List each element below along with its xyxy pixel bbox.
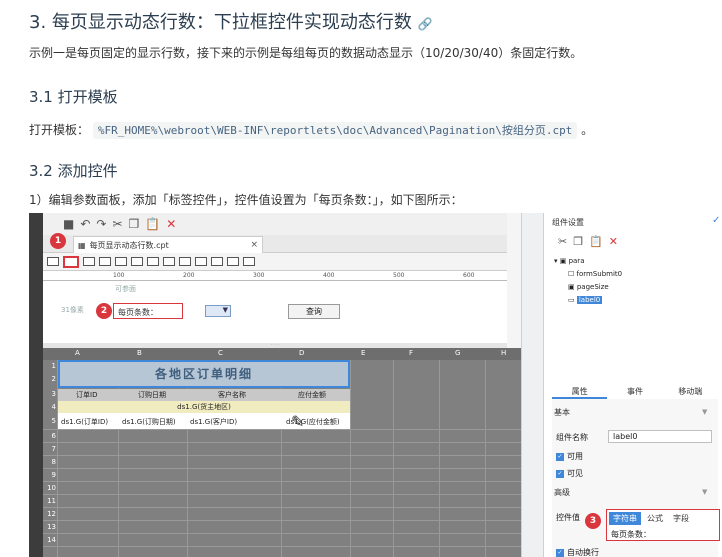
tab-attributes[interactable]: 属性 xyxy=(552,385,608,399)
delete-icon[interactable]: ✕ xyxy=(609,235,618,248)
widget-icon[interactable] xyxy=(243,257,255,266)
cut-icon[interactable]: ✂ xyxy=(112,217,122,231)
tab-string[interactable]: 字符串 xyxy=(609,512,641,525)
label-widget[interactable]: 每页条数： xyxy=(113,303,183,319)
undo-icon[interactable]: ↶ xyxy=(80,217,90,231)
parameter-panel: 可参面 31像素 每页条数： ▼ 查询 xyxy=(43,281,507,343)
report-header-row: 订单ID 订购日期 客户名称 应付金额 xyxy=(58,389,350,401)
widget-icon[interactable] xyxy=(163,257,175,266)
group-row[interactable]: ds1.G(货主地区) xyxy=(58,401,350,413)
subheading-open-template: 3.1 打开模板 xyxy=(29,88,118,106)
visible-checkbox[interactable]: ✓ 可见 xyxy=(556,468,583,479)
chevron-down-icon[interactable]: ▼ xyxy=(702,488,707,496)
ruler: 100 200 300 400 500 600 xyxy=(43,271,507,281)
tree-item[interactable]: ▣ pageSize xyxy=(554,281,622,294)
dropdown-widget[interactable]: ▼ xyxy=(205,305,231,317)
copy-icon[interactable]: ❐ xyxy=(129,217,140,231)
check-icon[interactable]: ✓ xyxy=(712,215,720,226)
widget-icon[interactable] xyxy=(211,257,223,266)
widget-icon[interactable] xyxy=(131,257,143,266)
delete-icon[interactable]: ✕ xyxy=(166,217,176,231)
main-toolbar: ■ ↶ ↷ ✂ ❐ 📋 ✕ xyxy=(43,213,507,235)
grid-icon: ▦ xyxy=(78,240,86,250)
subheading-add-widget: 3.2 添加控件 xyxy=(29,162,118,180)
redo-icon[interactable]: ↷ xyxy=(96,217,106,231)
tree-item-selected[interactable]: ▭ label0 xyxy=(554,294,622,307)
auto-wrap-checkbox[interactable]: ✓ 自动换行 xyxy=(556,547,599,557)
enabled-checkbox[interactable]: ✓ 可用 xyxy=(556,451,583,462)
column-header-row: A B C D E F G H xyxy=(43,348,521,360)
widget-settings-panel: 组件设置 ✓ ✂ ❐ 📋 ✕ ▾ ▣ para ☐ formSubmit0 ▣ … xyxy=(543,213,722,557)
designer-screenshot: ■ ↶ ↷ ✂ ❐ 📋 ✕ ▦ 每页显示动态行数.cpt × 100 200 3… xyxy=(29,213,722,557)
query-button[interactable]: 查询 xyxy=(288,304,340,319)
widget-icon[interactable] xyxy=(179,257,191,266)
intro-paragraph: 示例一是每页固定的显示行数，接下来的示例是每组每页的数据动态显示（10/20/3… xyxy=(29,46,583,60)
open-template-paragraph: 打开模板： %FR_HOME%\webroot\WEB-INF\reportle… xyxy=(29,122,594,139)
section-heading: 3. 每页显示动态行数：下拉框控件实现动态行数 🔗 xyxy=(29,8,433,34)
step-badge-2: 2 xyxy=(96,303,112,319)
widget-value-box: 字符串 公式 字段 每页条数： xyxy=(606,509,720,541)
widget-value-input[interactable]: 每页条数： xyxy=(611,529,651,540)
tab-mobile[interactable]: 移动端 xyxy=(663,385,718,399)
designer-side-bar xyxy=(29,213,43,557)
widget-tree: ▾ ▣ para ☐ formSubmit0 ▣ pageSize ▭ labe… xyxy=(554,255,622,307)
step-badge-1: 1 xyxy=(50,233,66,249)
report-grid: A B C D E F G H 1 2 3 4 5 6 7 8 9 10 11 … xyxy=(43,348,521,557)
label-widget-icon[interactable] xyxy=(63,255,79,268)
save-icon[interactable]: ■ xyxy=(63,217,74,231)
link-icon[interactable]: 🔗 xyxy=(418,17,433,31)
widget-icon[interactable] xyxy=(83,257,95,266)
panel-tabs: 属性 事件 移动端 xyxy=(552,385,718,399)
widget-icon[interactable] xyxy=(99,257,111,266)
copy-icon[interactable]: ❐ xyxy=(573,235,583,248)
report-title-cell[interactable]: 各地区订单明细 xyxy=(58,360,350,388)
widget-icon[interactable] xyxy=(227,257,239,266)
attributes-body: 基本 ▼ 组件名称 label0 ✓ 可用 ✓ 可见 高级 ▼ 控件值 字符串 公式… xyxy=(552,399,720,557)
widget-name-field[interactable]: label0 xyxy=(608,430,712,443)
right-icon-strip xyxy=(521,213,543,557)
data-row: ds1.G(订单ID) ds1.G(订购日期) ds1.G(客户ID) ds1.… xyxy=(58,413,350,429)
file-tab-bar: ▦ 每页显示动态行数.cpt × xyxy=(43,235,507,253)
widget-icon[interactable] xyxy=(195,257,207,266)
widget-icon[interactable] xyxy=(147,257,159,266)
paste-icon[interactable]: 📋 xyxy=(589,235,603,248)
pencil-icon: ✎ xyxy=(291,412,305,431)
tab-field[interactable]: 字段 xyxy=(669,512,693,525)
tree-item[interactable]: ▾ ▣ para xyxy=(554,255,622,268)
step1-paragraph: 1）编辑参数面板，添加「标签控件」，控件值设置为「每页条数：」，如下图所示： xyxy=(29,193,463,207)
cut-icon[interactable]: ✂ xyxy=(558,235,567,248)
tree-item[interactable]: ☐ formSubmit0 xyxy=(554,268,622,281)
section-title: 3. 每页显示动态行数：下拉框控件实现动态行数 xyxy=(29,12,412,33)
value-type-tabs: 字符串 公式 字段 xyxy=(609,512,693,525)
chevron-down-icon[interactable]: ▼ xyxy=(702,408,707,416)
widget-icon[interactable] xyxy=(115,257,127,266)
close-tab-icon[interactable]: × xyxy=(250,240,258,250)
widget-toolbar xyxy=(43,253,507,271)
template-path: %FR_HOME%\webroot\WEB-INF\reportlets\doc… xyxy=(92,122,578,139)
paste-icon[interactable]: 📋 xyxy=(145,217,160,231)
file-tab[interactable]: ▦ 每页显示动态行数.cpt × xyxy=(73,236,263,253)
panel-toolbar: ✂ ❐ 📋 ✕ xyxy=(558,235,618,248)
tab-formula[interactable]: 公式 xyxy=(643,512,667,525)
widget-icon[interactable] xyxy=(47,257,59,266)
step-badge-3: 3 xyxy=(585,513,601,529)
tab-events[interactable]: 事件 xyxy=(607,385,662,399)
